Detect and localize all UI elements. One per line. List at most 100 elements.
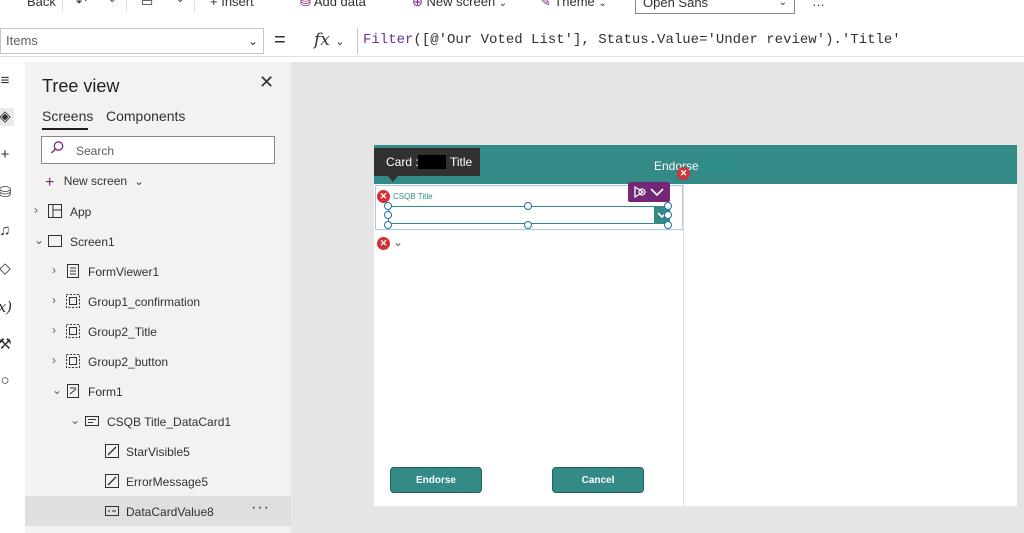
tools-icon[interactable]: ⚒ <box>0 336 14 354</box>
chevron-right-icon[interactable]: › <box>34 203 44 217</box>
new-screen-link[interactable]: + New screen ⌄ <box>45 172 144 191</box>
font-select[interactable]: Open Sans ⌄ <box>635 0 795 14</box>
close-icon[interactable]: ✕ <box>259 72 274 93</box>
new-screen-button[interactable]: ⊕ New screen ⌄ <box>412 0 507 10</box>
hamburger-icon[interactable]: ≡ <box>0 72 14 90</box>
tree-item-form1[interactable]: ⌄ Form1 <box>25 376 291 406</box>
app-screen[interactable]: Endorse . ✕ Card : Title ✕ CSQB Title ✕ … <box>374 145 1017 506</box>
chevron-down-icon[interactable]: ⌄ <box>393 235 403 249</box>
endorse-button[interactable]: Endorse <box>390 467 482 493</box>
tree-view-title: Tree view <box>42 76 120 96</box>
error-icon: ✕ <box>377 237 390 250</box>
chevron-down-icon[interactable]: ⌄ <box>34 233 44 247</box>
chevron-down-icon[interactable]: ⌄ <box>70 413 80 427</box>
tree-item-app[interactable]: › App <box>25 196 291 226</box>
equals-sign: = <box>274 29 286 51</box>
chevron-down-icon: ⌄ <box>598 0 607 9</box>
resize-handle[interactable] <box>664 202 672 210</box>
tree-item-label: ErrorMessage5 <box>126 475 209 489</box>
tree-view-panel: Tree view ✕ Screens Components Search + … <box>25 62 291 533</box>
divider <box>62 0 63 12</box>
resize-handle[interactable] <box>384 221 392 229</box>
data-icon[interactable]: ⛁ <box>0 184 14 202</box>
chevron-down-icon[interactable]: ⌄ <box>52 383 62 397</box>
chevron-right-icon[interactable]: › <box>52 263 62 277</box>
tree-item-group2-title[interactable]: › Group2_Title <box>25 316 291 346</box>
database-icon: ⛁ <box>300 0 311 9</box>
card-tooltip: Card : Title <box>374 148 480 176</box>
tree-item-label: DataCardValue8 <box>126 505 214 519</box>
resize-handle[interactable] <box>664 211 672 219</box>
tree-item-label: Screen1 <box>70 235 115 249</box>
chevron-right-icon[interactable]: › <box>52 353 62 367</box>
resize-handle[interactable] <box>384 211 392 219</box>
plus-icon[interactable]: + <box>0 146 14 164</box>
tree-item-label: Group2_Title <box>88 325 157 339</box>
plus-icon: + <box>45 174 55 191</box>
chevron-right-icon[interactable]: › <box>52 293 62 307</box>
undo-icon[interactable]: ↶ <box>76 0 87 10</box>
resize-handle[interactable] <box>664 221 672 229</box>
tree-item-errormessage5[interactable]: ErrorMessage5 <box>25 466 291 496</box>
formula-input[interactable]: Filter([@'Our Voted List'], Status.Value… <box>357 28 1024 54</box>
tab-screens[interactable]: Screens <box>42 108 93 124</box>
media-icon[interactable]: ♫ <box>0 222 14 240</box>
tree-item-starvisible5[interactable]: StarVisible5 <box>25 436 291 466</box>
resize-handle[interactable] <box>524 221 532 229</box>
add-data-button[interactable]: ⛁ Add data <box>300 0 366 10</box>
card-label: CSQB Title <box>393 192 433 201</box>
search-input[interactable]: Search <box>41 136 275 164</box>
search-icon <box>51 141 64 154</box>
tooltip-prefix: Card : <box>386 155 419 169</box>
font-select-value: Open Sans <box>643 0 709 10</box>
formula-arguments: ([@'Our Voted List'], Status.Value='Unde… <box>413 32 901 48</box>
chevron-down-icon[interactable]: ⌄ <box>108 0 116 5</box>
form1[interactable]: ✕ CSQB Title ✕ ⌄ <box>374 182 684 506</box>
insert-label: Insert <box>221 0 254 9</box>
command-bar: Back ↶ ⌄ ▭ ⌄ + Insert ⛁ Add data ⊕ New s… <box>0 0 1024 16</box>
tree-item-datacard1[interactable]: ⌄ CSQB Title_DataCard1 <box>25 406 291 436</box>
active-tab-indicator <box>42 128 88 130</box>
palette-icon: ✎ <box>540 0 551 9</box>
insert-button[interactable]: + Insert <box>210 0 254 9</box>
tab-components[interactable]: Components <box>106 108 185 124</box>
resize-handle[interactable] <box>524 202 532 210</box>
fx-button[interactable]: fx ⌄ <box>306 28 356 54</box>
card-icon <box>85 416 99 426</box>
search-placeholder: Search <box>76 144 115 158</box>
variables-icon[interactable]: x) <box>0 298 14 316</box>
resize-handle[interactable] <box>384 202 392 210</box>
property-select[interactable]: Items ⌄ <box>0 28 264 54</box>
tree-item-group2-button[interactable]: › Group2_button <box>25 346 291 376</box>
tree-item-datacardvalue8[interactable]: DataCardValue8 ··· <box>25 496 291 526</box>
paint-icon[interactable]: ◇ <box>0 260 14 278</box>
redacted-text <box>701 156 737 173</box>
paste-icon[interactable]: ▭ <box>141 0 153 10</box>
form-icon <box>67 264 79 278</box>
formula-function: Filter <box>363 32 414 48</box>
tree-item-label: App <box>70 205 92 219</box>
cancel-button[interactable]: Cancel <box>552 467 644 493</box>
chevron-right-icon[interactable]: › <box>52 323 62 337</box>
theme-button[interactable]: ✎ Theme ⌄ <box>540 0 607 10</box>
chevron-down-icon[interactable]: ⌄ <box>176 0 184 5</box>
tree-item-label: FormViewer1 <box>88 265 160 279</box>
add-data-label: Add data <box>313 0 366 9</box>
tree-item-group1-confirmation[interactable]: › Group1_confirmation <box>25 286 291 316</box>
left-rail: ≡ ◈ + ⛁ ♫ ◇ x) ⚒ ○ <box>0 62 25 533</box>
back-button[interactable]: Back <box>27 0 56 9</box>
tree-item-screen1[interactable]: ⌄ Screen1 <box>25 226 291 256</box>
copilot-badge[interactable] <box>628 182 670 202</box>
search-icon[interactable]: ○ <box>0 372 14 390</box>
tooltip-suffix: Title <box>450 155 473 169</box>
new-screen-label: New screen <box>426 0 496 9</box>
chevron-down-icon: ⌄ <box>134 176 144 188</box>
new-screen-icon: ⊕ <box>412 0 423 9</box>
more-options-icon[interactable]: ··· <box>251 499 270 517</box>
chevron-down-icon: ⌄ <box>335 36 345 48</box>
group-icon <box>66 294 80 308</box>
more-commands-button[interactable]: … <box>812 0 825 9</box>
layers-icon[interactable]: ◈ <box>0 108 14 126</box>
property-select-value: Items <box>6 33 38 48</box>
tree-item-formviewer1[interactable]: › FormViewer1 <box>25 256 291 286</box>
